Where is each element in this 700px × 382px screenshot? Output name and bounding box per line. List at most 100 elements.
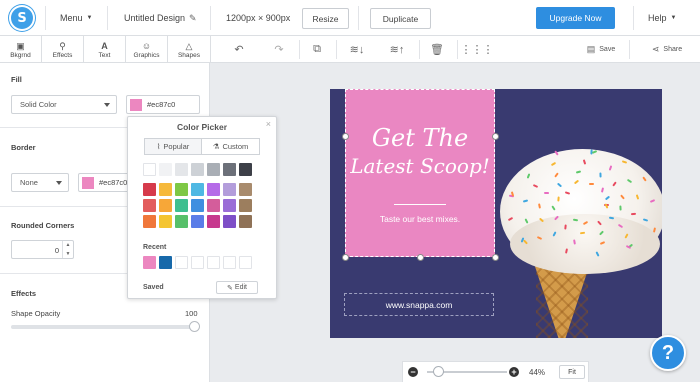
color-swatch[interactable] (159, 215, 172, 228)
resize-button[interactable]: Resize (302, 8, 349, 29)
empty-color-slot[interactable] (175, 256, 188, 269)
upgrade-now-button[interactable]: Upgrade Now (536, 7, 615, 29)
color-swatch[interactable] (239, 163, 252, 176)
color-swatch[interactable] (159, 183, 172, 196)
color-swatch[interactable] (207, 183, 220, 196)
color-swatch[interactable] (143, 163, 156, 176)
empty-color-slot[interactable] (191, 256, 204, 269)
color-swatch[interactable] (143, 215, 156, 228)
chevron-down-icon (56, 181, 62, 185)
empty-color-slot[interactable] (223, 256, 236, 269)
color-swatch[interactable] (239, 183, 252, 196)
color-swatch[interactable] (239, 215, 252, 228)
divider (419, 40, 420, 59)
resize-handle[interactable] (417, 254, 424, 261)
help-menu[interactable]: Help ▼ (648, 0, 676, 36)
tab-label: Effects (52, 51, 73, 59)
selection-outline (345, 89, 495, 257)
text-icon: A (101, 40, 108, 51)
top-bar: S Menu ▼ Untitled Design ✎ 1200px × 900p… (0, 0, 700, 36)
canvas-dimensions: 1200px × 900px (226, 13, 291, 23)
sprinkle (630, 212, 636, 216)
resize-handle[interactable] (492, 254, 499, 261)
fill-type-value: Solid Color (20, 100, 57, 109)
color-swatch[interactable] (223, 215, 236, 228)
menu-button[interactable]: Menu ▼ (60, 0, 92, 36)
chevron-down-icon: ▼ (670, 15, 677, 21)
design-title-text: Untitled Design (124, 13, 186, 23)
rounded-corners-input[interactable]: 0 ▲ ▼ (11, 240, 74, 259)
color-swatch[interactable] (191, 163, 204, 176)
help-chat-button[interactable]: ? (650, 335, 686, 371)
snappa-logo[interactable]: S (9, 5, 35, 31)
duplicate-button[interactable]: Duplicate (370, 8, 431, 29)
tab-popular[interactable]: ⌇ Popular (144, 138, 202, 155)
color-swatch[interactable] (175, 215, 188, 228)
tab-custom[interactable]: ⚗ Custom (202, 138, 260, 155)
bring-forward-icon[interactable]: ≋↑ (386, 36, 408, 63)
zoom-out-icon[interactable]: − (408, 367, 418, 377)
color-swatch[interactable] (223, 163, 236, 176)
empty-color-slot[interactable] (239, 256, 252, 269)
send-backward-icon[interactable]: ≋↓ (346, 36, 368, 63)
save-button[interactable]: ▤ Save (581, 36, 621, 63)
color-swatch[interactable] (143, 199, 156, 212)
tab-background[interactable]: ▣ Bkgrnd (0, 36, 42, 63)
wand-icon: ⚲ (59, 40, 66, 51)
copy-icon[interactable]: ⧉ (309, 36, 325, 63)
divider (358, 6, 359, 30)
fit-button[interactable]: Fit (559, 365, 585, 379)
recent-color-swatch[interactable] (159, 256, 172, 269)
sprinkle (580, 231, 586, 235)
redo-icon[interactable]: ↷ (271, 36, 287, 63)
color-swatch[interactable] (239, 199, 252, 212)
resize-handle[interactable] (492, 133, 499, 140)
url-text-box[interactable]: www.snappa.com (344, 293, 494, 316)
divider (299, 40, 300, 59)
color-swatch[interactable] (159, 199, 172, 212)
color-swatch[interactable] (207, 163, 220, 176)
color-swatch[interactable] (191, 215, 204, 228)
stepper-arrows-icon[interactable]: ▲ ▼ (62, 241, 73, 258)
fill-type-select[interactable]: Solid Color (11, 95, 117, 114)
border-type-select[interactable]: None (11, 173, 69, 192)
tab-popular-label: Popular (163, 142, 190, 151)
border-color-field[interactable]: #ec87c0 (78, 173, 134, 192)
color-swatch[interactable] (207, 199, 220, 212)
zoom-in-icon[interactable]: + (509, 367, 519, 377)
border-color-swatch (82, 176, 94, 189)
grid-icon[interactable]: ⋮⋮⋮ (461, 36, 494, 63)
share-button[interactable]: ⋖ Share (643, 36, 691, 63)
color-swatch[interactable] (159, 163, 172, 176)
edit-saved-button[interactable]: ✎ Edit (216, 281, 258, 294)
empty-color-slot[interactable] (207, 256, 220, 269)
undo-icon[interactable]: ↶ (231, 36, 247, 63)
image-icon: ▣ (16, 40, 25, 51)
opacity-slider[interactable] (11, 325, 196, 329)
zoom-slider-thumb[interactable] (433, 366, 444, 377)
color-swatch[interactable] (191, 199, 204, 212)
fill-color-swatch (130, 98, 142, 111)
save-label: Save (599, 46, 616, 53)
design-title[interactable]: Untitled Design ✎ (124, 0, 197, 36)
resize-handle[interactable] (342, 254, 349, 261)
sprinkle (557, 196, 560, 202)
color-swatch[interactable] (175, 183, 188, 196)
resize-handle[interactable] (342, 133, 349, 140)
fill-color-field[interactable]: #ec87c0 (126, 95, 200, 114)
color-swatch[interactable] (175, 199, 188, 212)
tab-graphics[interactable]: ☺ Graphics (126, 36, 168, 63)
color-swatch[interactable] (175, 163, 188, 176)
color-swatch[interactable] (223, 183, 236, 196)
tab-effects[interactable]: ⚲ Effects (42, 36, 84, 63)
color-swatch[interactable] (223, 199, 236, 212)
color-swatch[interactable] (207, 215, 220, 228)
tool-tabs: ▣ Bkgrnd ⚲ Effects A Text ☺ Graphics △ S… (0, 36, 210, 63)
color-swatch[interactable] (143, 183, 156, 196)
recent-color-swatch[interactable] (143, 256, 156, 269)
opacity-slider-thumb[interactable] (189, 321, 200, 332)
color-swatch[interactable] (191, 183, 204, 196)
trash-icon[interactable]: 🗑 (429, 36, 445, 63)
tab-text[interactable]: A Text (84, 36, 126, 63)
tab-shapes[interactable]: △ Shapes (168, 36, 210, 63)
